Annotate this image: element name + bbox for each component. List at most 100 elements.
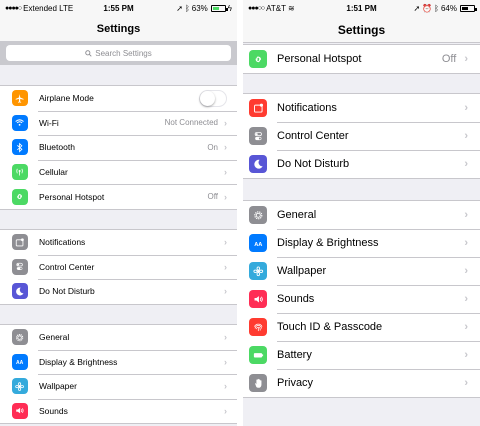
settings-row-sounds[interactable]: Sounds › [0, 398, 237, 424]
chevron-right-icon: › [224, 142, 227, 153]
notifications-group: Notifications › Control Center › Do Not Dist… [0, 229, 237, 305]
settings-row-value: Off [207, 192, 218, 202]
page-title: Settings [243, 17, 480, 43]
settings-row-do-not-disturb[interactable]: Do Not Disturb › [0, 279, 237, 304]
airplane-icon [12, 90, 28, 107]
settings-row-label: Wallpaper [277, 265, 327, 277]
settings-row-notifications[interactable]: Notifications › [243, 94, 480, 122]
settings-row-airplane-mode[interactable]: Airplane Mode [0, 86, 237, 111]
chevron-right-icon: › [464, 130, 468, 142]
hotspot-group: Personal Hotspot Off › [243, 44, 480, 74]
settings-row-label: Do Not Disturb [277, 158, 350, 170]
settings-row-wi-fi[interactable]: Wi-Fi Not Connected › [0, 110, 237, 136]
chevron-right-icon: › [464, 53, 468, 65]
settings-row-personal-hotspot[interactable]: Personal Hotspot Off › [0, 184, 237, 209]
display-icon: AA [12, 353, 28, 370]
fingerprint-icon [249, 318, 267, 336]
settings-row-label: Privacy [277, 377, 314, 389]
settings-row-bluetooth[interactable]: Bluetooth On › [0, 135, 237, 160]
carrier-label: Extended LTE [23, 4, 74, 13]
settings-row-battery[interactable]: Battery › [243, 341, 480, 369]
chevron-right-icon: › [224, 332, 227, 343]
chevron-right-icon: › [224, 381, 227, 392]
wifi-icon [12, 114, 28, 131]
chevron-right-icon: › [224, 406, 227, 417]
signal-icon: ●●●○○ [248, 5, 265, 12]
search-icon [85, 49, 92, 57]
settings-row-label: Control Center [39, 261, 95, 272]
settings-row-label: Sounds [39, 406, 68, 417]
connectivity-group: Airplane Mode Wi-Fi Not Connected › Bluetoot… [0, 85, 237, 210]
chevron-right-icon: › [464, 158, 468, 170]
settings-row-control-center[interactable]: Control Center › [0, 254, 237, 280]
search-placeholder: Search Settings [95, 48, 152, 58]
settings-row-cellular[interactable]: Cellular › [0, 159, 237, 185]
settings-row-label: General [277, 209, 317, 221]
settings-row-control-center[interactable]: Control Center › [243, 122, 480, 150]
chevron-right-icon: › [464, 349, 468, 361]
gear-icon [12, 329, 28, 346]
settings-row-label: Battery [277, 349, 312, 361]
settings-row-label: Sounds [277, 293, 315, 305]
settings-row-label: Wi-Fi [39, 117, 59, 128]
search-input[interactable]: Search Settings [6, 45, 231, 61]
control-center-icon [249, 127, 267, 145]
settings-row-personal-hotspot[interactable]: Personal Hotspot Off › [243, 45, 480, 73]
general-group: General › AA Display & Brightness › Wallpaper… [243, 200, 480, 398]
chevron-right-icon: › [464, 321, 468, 333]
settings-row-display-and-brightness[interactable]: AA Display & Brightness › [243, 229, 480, 257]
moon-icon [12, 283, 28, 300]
settings-row-label: Personal Hotspot [277, 53, 362, 65]
chevron-right-icon: › [464, 377, 468, 389]
chevron-right-icon: › [224, 286, 227, 297]
chevron-right-icon: › [464, 102, 468, 114]
chevron-right-icon: › [224, 237, 227, 248]
battery-status-icon [210, 5, 228, 12]
carrier-label: AT&T [266, 4, 286, 13]
settings-row-label: Bluetooth [39, 142, 75, 153]
wallpaper-icon [249, 262, 267, 280]
settings-row-label: General [39, 332, 70, 343]
moon-icon [249, 155, 267, 173]
hotspot-icon [249, 50, 267, 68]
toggle-knob [200, 90, 215, 106]
svg-text:AA: AA [16, 360, 24, 366]
settings-row-do-not-disturb[interactable]: Do Not Disturb › [243, 150, 480, 178]
page-title: Settings [0, 17, 237, 41]
svg-text:AA: AA [254, 242, 262, 248]
settings-row-sounds[interactable]: Sounds › [243, 285, 480, 313]
signal-icon: ●●●●○ [5, 5, 22, 12]
chevron-right-icon: › [224, 191, 227, 202]
settings-row-wallpaper[interactable]: Wallpaper › [0, 374, 237, 399]
settings-row-label: Notifications [39, 237, 86, 248]
settings-row-general[interactable]: General › [243, 201, 480, 229]
settings-row-general[interactable]: General › [0, 325, 237, 350]
notifications-icon [249, 99, 267, 117]
settings-row-notifications[interactable]: Notifications › [0, 230, 237, 255]
battery-percent: 64% [440, 4, 457, 13]
alarm-icon: ⏰ [422, 4, 433, 13]
hotspot-icon [12, 188, 28, 205]
bluetooth-icon [12, 139, 28, 156]
settings-row-label: Cellular [39, 167, 68, 178]
cellular-icon [12, 164, 28, 181]
chevron-right-icon: › [224, 356, 227, 367]
wifi-status-icon: ≋ [288, 4, 295, 13]
settings-row-label: Do Not Disturb [39, 286, 95, 297]
settings-row-display-and-brightness[interactable]: AA Display & Brightness › [0, 349, 237, 375]
settings-row-label: Personal Hotspot [39, 191, 105, 202]
wallpaper-icon [12, 378, 28, 395]
notifications-group: Notifications › Control Center › Do Not Dist… [243, 93, 480, 179]
status-bar: ●●●●○ Extended LTE 1:55 PM ➚ ᛒ 63% ϟ [0, 0, 237, 17]
settings-row-label: Wallpaper [39, 381, 77, 392]
chevron-right-icon: › [464, 293, 468, 305]
settings-row-privacy[interactable]: Privacy › [243, 369, 480, 397]
gear-icon [249, 206, 267, 224]
airplane-mode-toggle[interactable] [199, 89, 227, 107]
battery-icon [249, 346, 267, 364]
chevron-right-icon: › [464, 209, 468, 221]
settings-row-wallpaper[interactable]: Wallpaper › [243, 257, 480, 285]
chevron-right-icon: › [224, 167, 227, 178]
settings-row-touch-id-and-passcode[interactable]: Touch ID & Passcode › [243, 313, 480, 341]
settings-row-label: Control Center [277, 130, 349, 142]
